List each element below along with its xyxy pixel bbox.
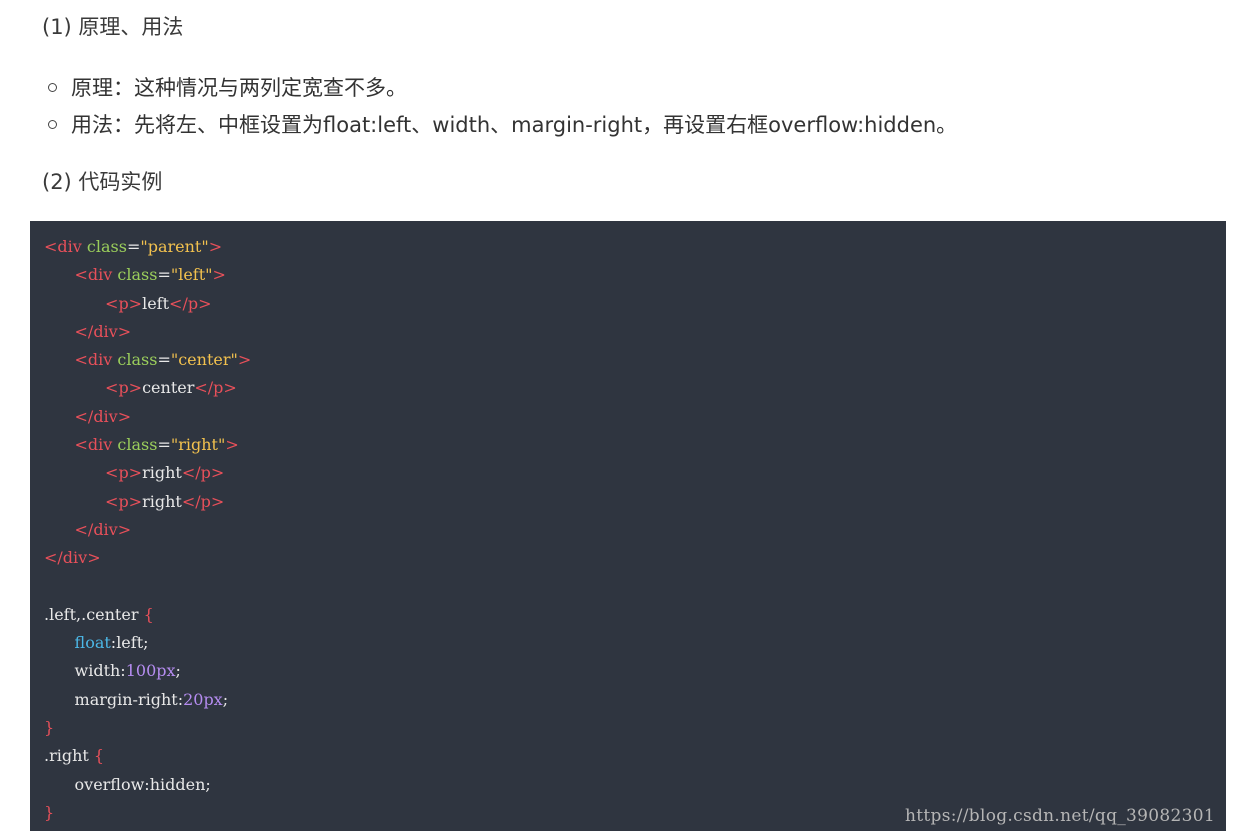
code-token: "left" bbox=[170, 265, 213, 285]
code-token: <p> bbox=[105, 491, 143, 511]
code-token: .right bbox=[44, 746, 94, 766]
code-token: "parent" bbox=[140, 237, 209, 256]
code-token: right bbox=[142, 491, 182, 511]
code-token: <p> bbox=[105, 463, 143, 483]
code-token: <p> bbox=[105, 293, 143, 313]
code-line: </div> bbox=[44, 406, 132, 426]
code-token: ; bbox=[222, 689, 229, 709]
bullet-text: 原理：这种情况与两列定宽查不多。 bbox=[71, 76, 407, 100]
code-line: margin-right:20px; bbox=[44, 689, 229, 709]
code-token: { bbox=[143, 604, 154, 624]
code-token: </div> bbox=[74, 406, 132, 426]
code-line: <div class="left"> bbox=[44, 265, 226, 284]
code-token: ; bbox=[175, 661, 181, 681]
code-token: </p> bbox=[169, 293, 212, 313]
code-token: "right" bbox=[170, 435, 226, 455]
code-token: </div> bbox=[74, 321, 132, 341]
code-token: right bbox=[142, 463, 182, 483]
code-token: </p> bbox=[181, 491, 225, 511]
code-line: <div class="center"> bbox=[44, 350, 252, 370]
code-line: <div class="parent"> bbox=[44, 237, 222, 256]
code-token: > bbox=[225, 435, 239, 455]
code-token: margin-right: bbox=[44, 689, 184, 709]
list-item: 原理：这种情况与两列定宽查不多。 bbox=[48, 70, 957, 107]
code-token: .left,.center bbox=[44, 604, 144, 624]
code-token: </p> bbox=[194, 378, 237, 398]
code-line: <div class="right"> bbox=[44, 435, 239, 454]
code-line: <p>center</p> bbox=[44, 378, 237, 397]
code-token: </p> bbox=[181, 463, 225, 483]
code-line: <p>right</p> bbox=[44, 463, 224, 482]
code-token: </div> bbox=[74, 519, 132, 539]
code-line: </div> bbox=[44, 321, 132, 341]
code-token: > bbox=[237, 350, 252, 370]
code-token: class bbox=[117, 350, 158, 370]
code-line: .right { bbox=[44, 746, 104, 765]
code-content: <div class="parent"> <div class="left"> … bbox=[44, 233, 251, 827]
code-token: <div bbox=[74, 350, 118, 370]
code-token: float bbox=[74, 633, 111, 653]
code-line: } bbox=[44, 803, 54, 822]
code-token: = bbox=[157, 435, 171, 455]
principle-list: 原理：这种情况与两列定宽查不多。 用法：先将左、中框设置为float:left、… bbox=[48, 70, 957, 144]
code-token: <div bbox=[74, 265, 118, 285]
code-token: <p> bbox=[105, 378, 143, 398]
section-title-code-example: (2) 代码实例 bbox=[42, 170, 163, 194]
code-token: overflow:hidden; bbox=[44, 774, 211, 794]
bullet-circle-icon bbox=[48, 119, 57, 129]
code-token: } bbox=[44, 802, 55, 822]
code-token: > bbox=[208, 237, 223, 256]
code-token: { bbox=[93, 746, 105, 766]
code-token: = bbox=[157, 265, 171, 285]
code-line: width:100px; bbox=[44, 661, 181, 680]
code-line: <p>left</p> bbox=[44, 294, 211, 313]
code-token: class bbox=[86, 237, 127, 256]
code-token: class bbox=[117, 435, 158, 455]
code-token: center bbox=[142, 378, 195, 398]
code-line: float:left; bbox=[44, 633, 149, 652]
watermark-url: https://blog.csdn.net/qq_39082301 bbox=[905, 806, 1215, 826]
code-token: } bbox=[44, 718, 55, 738]
code-line: overflow:hidden; bbox=[44, 775, 211, 794]
code-token: <div bbox=[44, 237, 87, 256]
bullet-circle-icon bbox=[48, 82, 57, 92]
code-line: <p>right</p> bbox=[44, 492, 224, 511]
code-token: left bbox=[142, 293, 170, 313]
bullet-text: 用法：先将左、中框设置为float:left、width、margin-righ… bbox=[71, 113, 958, 137]
code-line: .left,.center { bbox=[44, 605, 154, 624]
list-item: 用法：先将左、中框设置为float:left、width、margin-righ… bbox=[48, 107, 957, 144]
code-token: width: bbox=[44, 661, 126, 681]
code-token: = bbox=[126, 237, 141, 256]
code-token: </div> bbox=[44, 548, 101, 568]
code-line: </div> bbox=[44, 519, 132, 539]
code-token: 100px bbox=[125, 661, 176, 681]
code-token: 20px bbox=[183, 689, 223, 709]
code-token: :left; bbox=[110, 633, 149, 653]
code-token: class bbox=[117, 265, 158, 285]
code-token: "center" bbox=[170, 350, 238, 370]
code-line: } bbox=[44, 718, 54, 737]
code-token: <div bbox=[74, 435, 118, 455]
code-token: > bbox=[212, 265, 226, 285]
code-token: = bbox=[157, 350, 171, 370]
code-line: </div> bbox=[44, 548, 101, 567]
code-block: <div class="parent"> <div class="left"> … bbox=[30, 221, 1226, 831]
section-title-principle: (1) 原理、用法 bbox=[42, 15, 184, 39]
